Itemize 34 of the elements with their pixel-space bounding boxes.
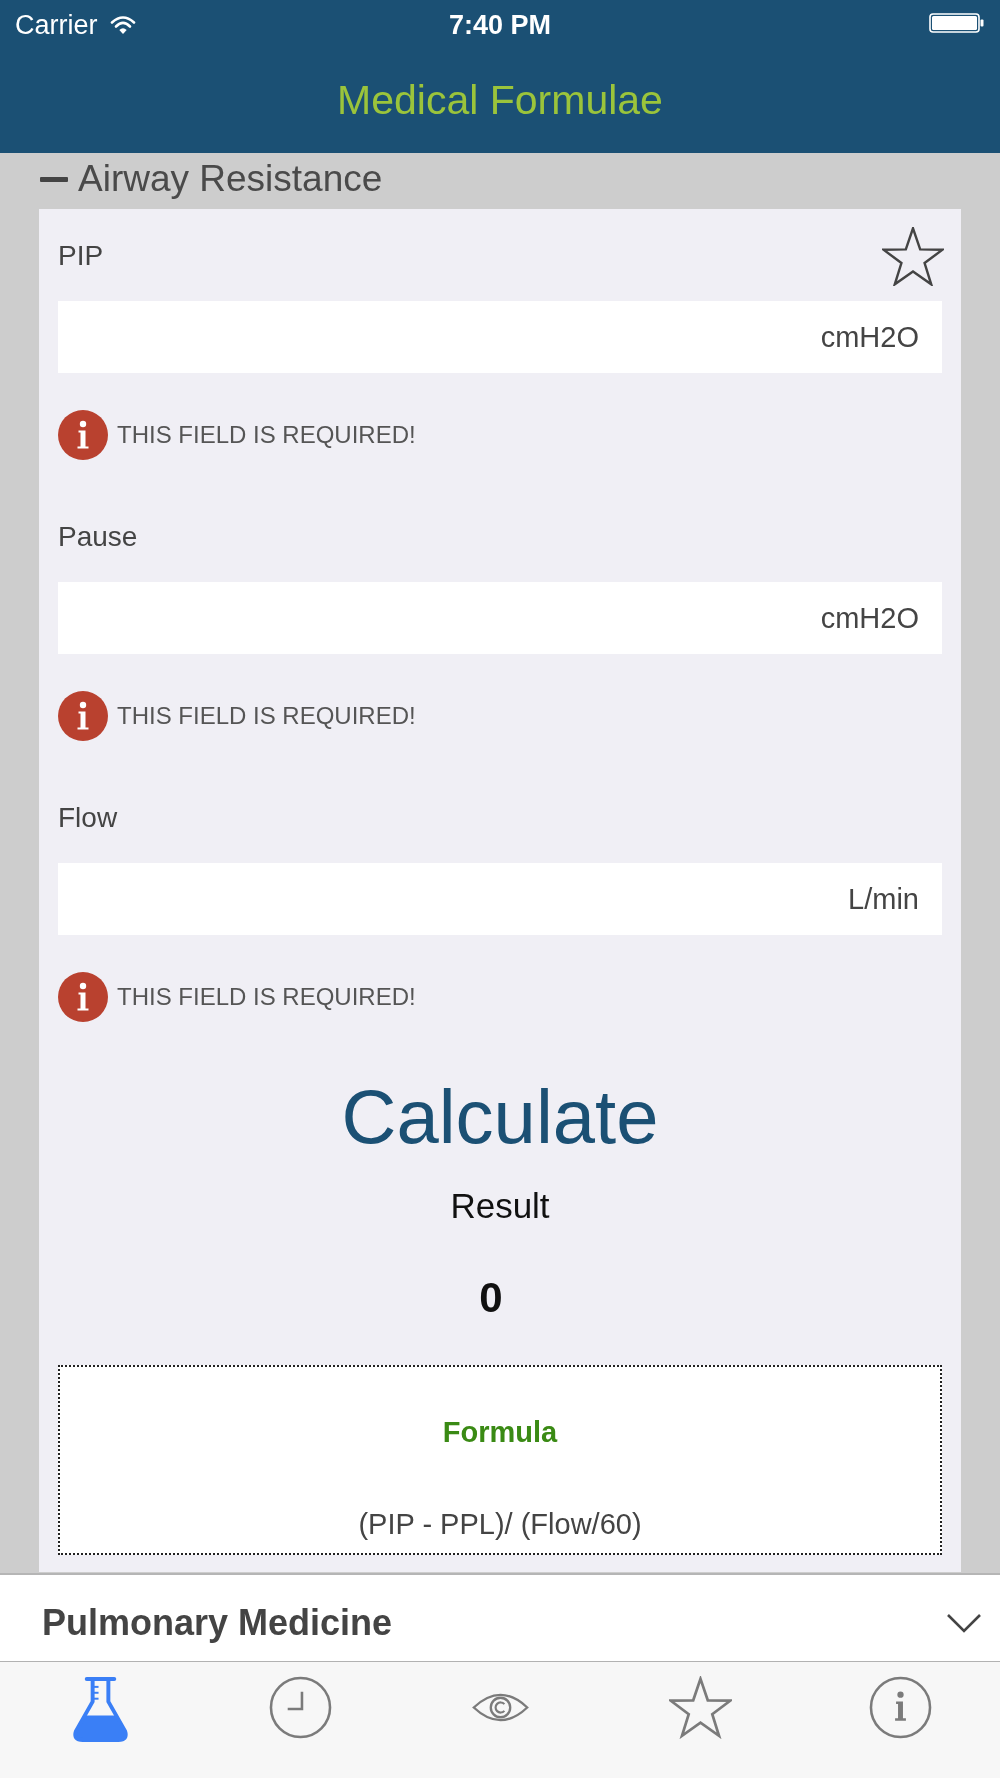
section-header[interactable]: Airway Resistance — [0, 153, 383, 209]
unit-label: L/min — [848, 882, 919, 916]
favorite-star-icon[interactable] — [882, 226, 944, 286]
carrier-label: Carrier — [15, 9, 98, 41]
input-field[interactable]: L/min — [58, 863, 942, 935]
clock-icon — [268, 1676, 332, 1739]
error-message: THIS FIELD IS REQUIRED! — [117, 421, 416, 449]
result-value: 0 — [479, 1275, 503, 1321]
calculate-button[interactable]: Calculate — [337, 1073, 663, 1161]
result-label: Result — [450, 1186, 550, 1226]
formula-title: Formula — [442, 1416, 558, 1448]
unit-label: cmH2O — [820, 601, 919, 635]
field-label: PIP — [58, 240, 104, 272]
app-title: Medical Formulae — [337, 77, 663, 124]
battery-icon — [929, 13, 985, 33]
error-info-icon — [58, 691, 108, 741]
info-icon — [868, 1676, 932, 1739]
chevron-down-icon — [946, 1613, 982, 1633]
error-message: THIS FIELD IS REQUIRED! — [117, 702, 416, 730]
field-label: Pause — [58, 521, 138, 553]
minus-icon — [40, 176, 68, 182]
category-dropdown[interactable]: Pulmonary Medicine — [0, 1573, 1000, 1661]
unit-label: cmH2O — [820, 320, 919, 354]
flask-icon — [70, 1676, 130, 1743]
star-icon — [668, 1676, 732, 1739]
time-label: 7:40 PM — [449, 9, 551, 41]
input-field[interactable]: cmH2O — [58, 301, 942, 373]
error-info-icon — [58, 972, 108, 1022]
field-label: Flow — [58, 802, 118, 834]
input-field[interactable]: cmH2O — [58, 582, 942, 654]
wifi-icon — [109, 15, 136, 35]
formula-expression: (PIP - PPL)/ (Flow/60) — [358, 1508, 642, 1540]
error-info-icon — [58, 410, 108, 460]
error-message: THIS FIELD IS REQUIRED! — [117, 983, 416, 1011]
